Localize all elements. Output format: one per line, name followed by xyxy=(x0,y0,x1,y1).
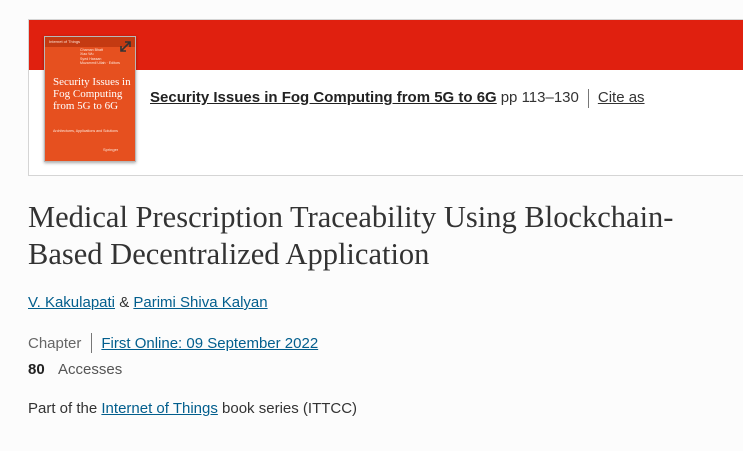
book-title-link[interactable]: Security Issues in Fog Computing from 5G… xyxy=(150,88,497,108)
cover-subtitle: Architectures, Applications and Solution… xyxy=(53,129,118,133)
author-list: V. Kakulapati & Parimi Shiva Kalyan xyxy=(28,294,268,311)
book-series: Part of the Internet of Things book seri… xyxy=(28,400,357,417)
divider xyxy=(91,333,93,353)
cover-publisher: Springer xyxy=(103,147,119,152)
brand-band xyxy=(29,20,743,70)
series-link[interactable]: Internet of Things xyxy=(101,400,217,417)
cover-authors: Chaman Bhatt Xiao Wu Syed Hassan Muzammi… xyxy=(80,48,120,66)
book-cover[interactable]: Internet of Things Chaman Bhatt Xiao Wu … xyxy=(44,36,136,162)
author-link[interactable]: Parimi Shiva Kalyan xyxy=(133,294,267,311)
expand-cover-button[interactable] xyxy=(118,39,133,54)
author-separator: & xyxy=(119,294,130,311)
series-prefix: Part of the xyxy=(28,400,98,417)
cover-series: Internet of Things xyxy=(49,39,81,44)
divider xyxy=(587,88,589,108)
book-card: Internet of Things Chaman Bhatt Xiao Wu … xyxy=(28,19,743,176)
author-link[interactable]: V. Kakulapati xyxy=(28,294,115,311)
series-suffix: book series (ITTCC) xyxy=(222,400,358,417)
expand-arrows-icon xyxy=(120,41,131,52)
page-title: Medical Prescription Traceability Using … xyxy=(28,200,674,271)
chapter-meta: Chapter First Online: 09 September 2022 xyxy=(28,333,318,353)
accesses-count: 80 xyxy=(28,361,45,378)
content-type: Chapter xyxy=(28,334,82,352)
book-info: Security Issues in Fog Computing from 5G… xyxy=(150,88,645,108)
first-online-link[interactable]: First Online: 09 September 2022 xyxy=(101,335,318,352)
cite-as-link[interactable]: Cite as xyxy=(598,88,645,108)
page-range: pp 113–130 xyxy=(500,89,579,106)
accesses-label: Accesses xyxy=(58,361,123,378)
cover-author: Muzammil Ullah · Editors xyxy=(80,61,120,66)
cover-title: Security Issues in Fog Computing from 5G… xyxy=(53,76,131,112)
accesses-metric: 80 Accesses xyxy=(28,361,122,378)
